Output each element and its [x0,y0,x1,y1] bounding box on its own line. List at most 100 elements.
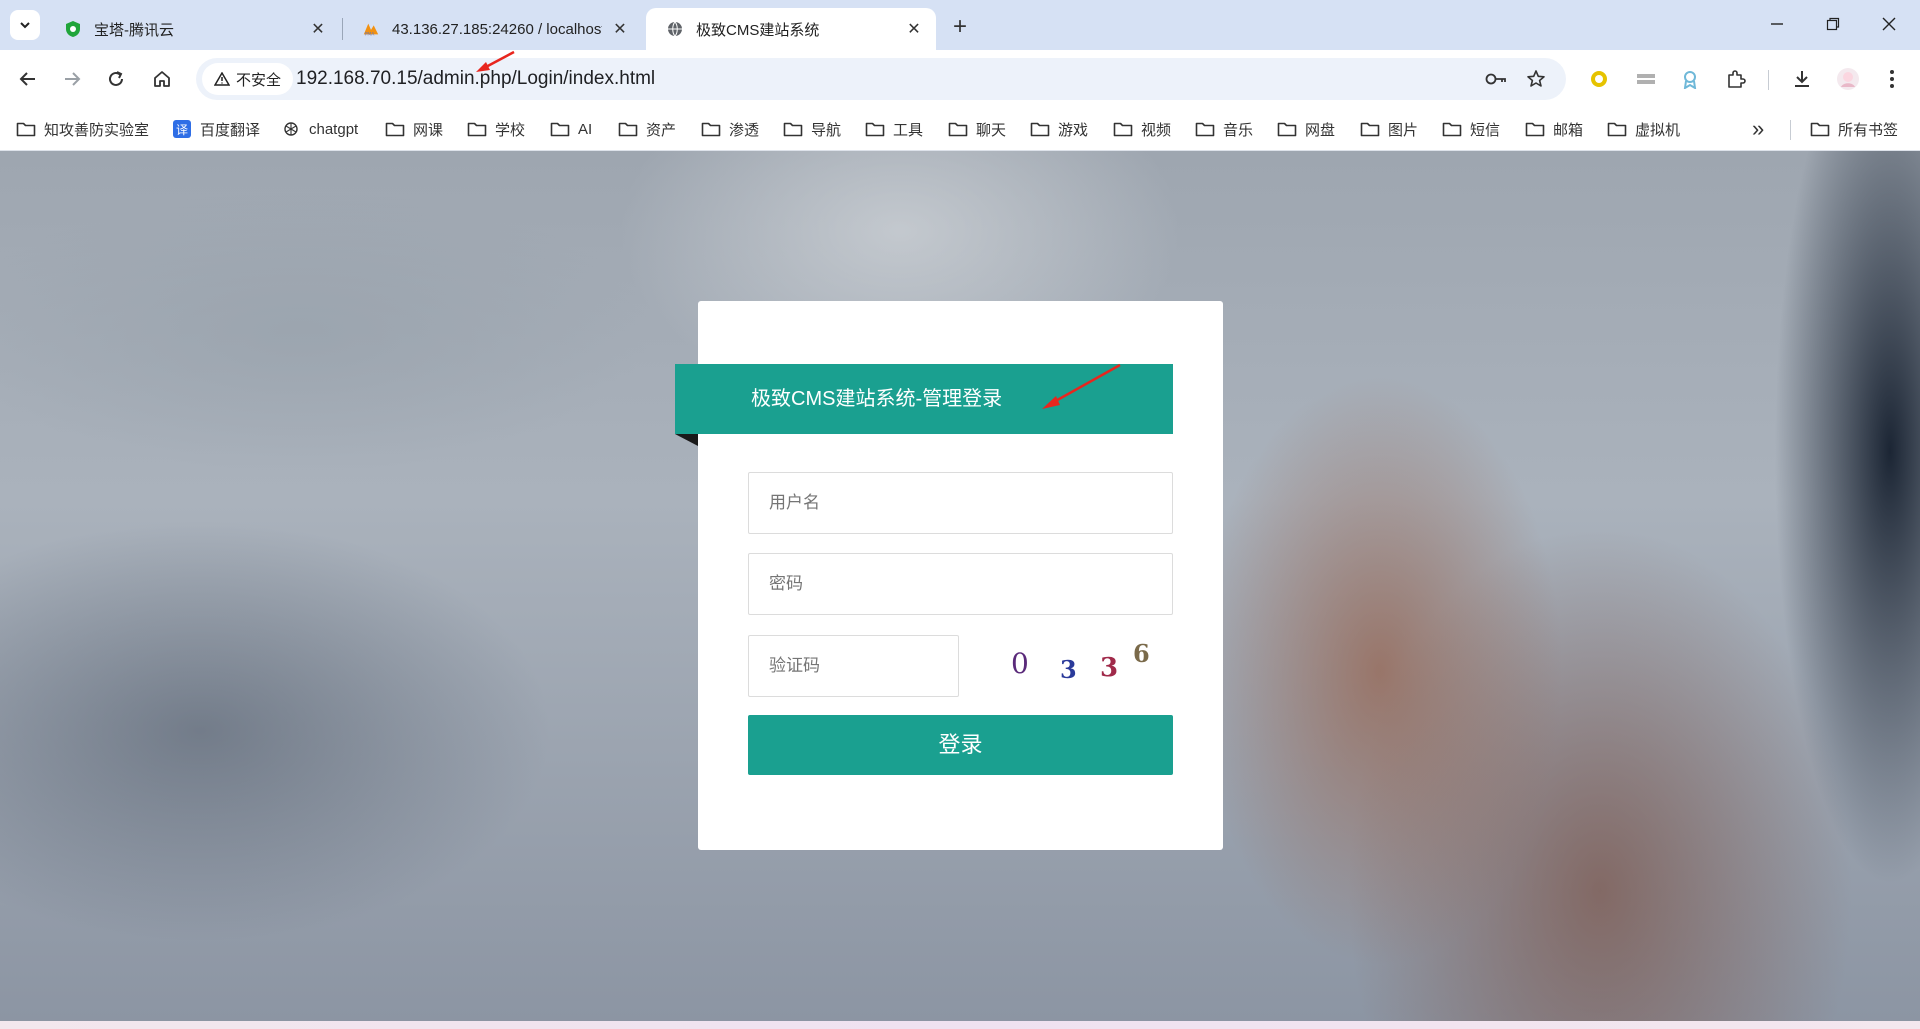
bookmark-item[interactable]: 网盘 [1277,116,1335,142]
svg-text:译: 译 [176,123,188,137]
folder-icon [385,120,405,138]
username-input[interactable] [748,472,1173,534]
extension-circle-icon[interactable] [1583,63,1615,95]
close-icon[interactable]: ✕ [308,19,328,39]
tab-strip: 宝塔-腾讯云 ✕ PMA 43.136.27.185:24260 / local… [0,0,1920,50]
bookmark-label: 网盘 [1305,121,1336,139]
extension-bars-icon[interactable] [1630,63,1662,95]
folder-icon [618,120,638,138]
bookmark-label: 图片 [1388,121,1419,139]
bottom-strip [0,1021,1920,1029]
folder-icon [467,120,487,138]
captcha-image[interactable]: 0 3 3 6 [1002,635,1173,697]
chevron-down-icon [20,22,30,29]
bookmark-label: 资产 [646,121,677,139]
close-icon [1882,17,1896,31]
bookmark-item[interactable]: chatgpt [281,116,358,142]
new-tab-button[interactable]: + [945,12,975,42]
close-icon[interactable]: ✕ [904,19,924,39]
bt-shield-icon [64,20,82,38]
restore-button[interactable] [1810,8,1856,40]
home-button[interactable] [146,63,178,95]
tab-title: 43.136.27.185:24260 / localhost [392,20,602,38]
bookmark-label: 视频 [1141,121,1172,139]
bookmark-label: 工具 [893,121,924,139]
folder-icon [1810,120,1830,138]
folder-icon [1277,120,1297,138]
tab-jizhicms[interactable]: 极致CMS建站系统 ✕ [646,8,936,50]
minimize-icon [1771,23,1783,25]
bookmark-item[interactable]: 译百度翻译 [172,116,260,142]
bookmark-item[interactable]: 知攻善防实验室 [16,116,149,142]
bookmark-item[interactable]: 学校 [467,116,525,142]
bookmark-item[interactable]: 短信 [1442,116,1500,142]
reload-icon [109,71,123,86]
bookmark-item[interactable]: 虚拟机 [1607,116,1680,142]
folder-icon [1607,120,1627,138]
bookmark-item[interactable]: 渗透 [701,116,759,142]
bookmark-item[interactable]: 图片 [1360,116,1418,142]
bookmark-label: 游戏 [1058,121,1089,139]
security-chip[interactable]: 不安全 [202,63,294,95]
tab-bt[interactable]: 宝塔-腾讯云 ✕ [44,8,340,50]
tab-search-button[interactable] [10,10,40,40]
captcha-digit: 6 [1133,639,1150,668]
folder-icon [550,120,570,138]
captcha-input[interactable] [748,635,959,697]
forward-button[interactable] [56,63,88,95]
bookmark-label: 邮箱 [1553,121,1584,139]
back-button[interactable] [12,63,44,95]
bookmark-item[interactable]: 资产 [618,116,676,142]
extension-badge-icon[interactable] [1674,63,1706,95]
reload-button[interactable] [100,63,132,95]
home-icon [154,71,170,87]
bookmark-item[interactable]: 导航 [783,116,841,142]
bookmark-item[interactable]: AI [550,116,592,142]
openai-icon [281,120,301,138]
bookmark-item[interactable]: 视频 [1113,116,1171,142]
restore-icon [1826,17,1840,31]
all-bookmarks-label: 所有书签 [1838,121,1899,139]
bookmark-item[interactable]: 游戏 [1030,116,1088,142]
bookmark-item[interactable]: 网课 [385,116,443,142]
folder-icon [1195,120,1215,138]
arrow-left-icon [19,72,35,86]
annotation-arrow [1042,363,1121,409]
bookmark-label: 知攻善防实验室 [44,121,150,139]
address-bar[interactable]: 不安全 192.168.70.15/admin.php/Login/index.… [196,58,1566,100]
password-input[interactable] [748,553,1173,615]
browser-toolbar: 不安全 192.168.70.15/admin.php/Login/index.… [0,50,1920,108]
profile-avatar[interactable] [1832,63,1864,95]
download-icon[interactable] [1786,63,1818,95]
warning-icon [214,72,230,86]
bookmark-item[interactable]: 音乐 [1195,116,1253,142]
bookmarks-overflow-button[interactable]: » [1752,116,1764,142]
star-bookmark-icon[interactable] [1520,63,1552,95]
bookmark-item[interactable]: 工具 [865,116,923,142]
bookmarks-bar: 知攻善防实验室 译百度翻译 chatgpt 网课 学校 AI 资产 渗透 导航 工具 聊天 游戏 视频 音… [0,108,1920,151]
folder-icon [783,120,803,138]
password-key-icon[interactable] [1480,63,1512,95]
translate-icon: 译 [172,120,192,138]
bookmark-label: 音乐 [1223,121,1254,139]
login-button[interactable]: 登录 [748,715,1173,775]
menu-kebab-icon[interactable] [1876,63,1908,95]
bookmark-item[interactable]: 聊天 [948,116,1006,142]
close-window-button[interactable] [1866,8,1912,40]
bookmark-label: 聊天 [976,121,1007,139]
arrow-right-icon [65,72,81,86]
bookmark-label: 学校 [495,121,526,139]
captcha-digit: 0 [1011,647,1029,680]
folder-icon [1525,120,1545,138]
minimize-button[interactable] [1754,8,1800,40]
login-page: 极致CMS建站系统-管理登录 0 3 3 6 登录 [0,151,1920,1021]
extensions-puzzle-icon[interactable] [1720,63,1752,95]
banner-fold-shadow [675,434,698,446]
bookmark-item[interactable]: 邮箱 [1525,116,1583,142]
folder-icon [1113,120,1133,138]
close-icon[interactable]: ✕ [610,19,630,39]
all-bookmarks-button[interactable]: 所有书签 [1810,116,1898,142]
captcha-digit: 3 [1060,655,1077,684]
bookmark-label: 渗透 [729,121,760,139]
tab-phpmyadmin[interactable]: PMA 43.136.27.185:24260 / localhost ✕ [342,8,642,50]
